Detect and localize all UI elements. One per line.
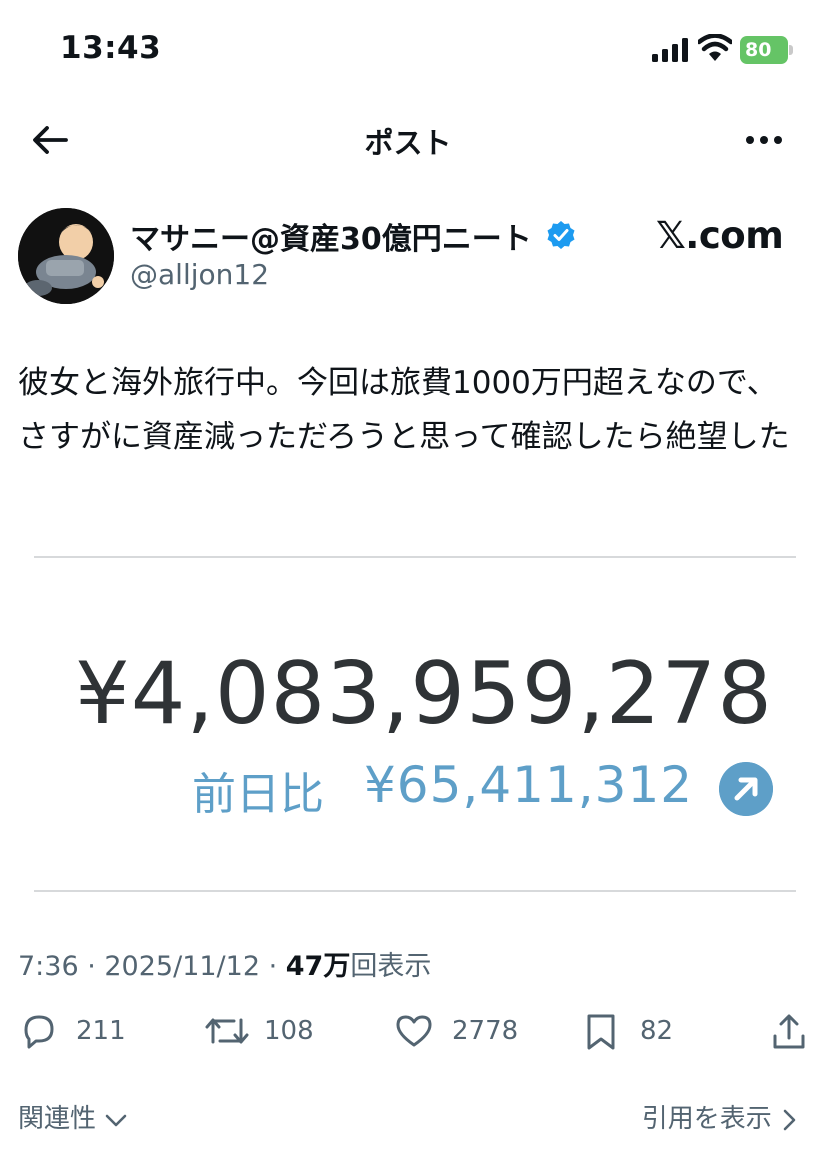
battery-tip: [789, 45, 793, 55]
repost-count: 108: [264, 1016, 314, 1046]
views-label: 回表示: [350, 951, 432, 982]
xcom-watermark: 𝕏.com: [656, 214, 784, 257]
repost-icon: [205, 1018, 249, 1044]
views-count: 47万: [285, 951, 351, 982]
post-text: 彼女と海外旅行中。今回は旅費1000万円超えなので、さすがに資産減っただろうと思…: [18, 365, 790, 455]
heart-icon: [396, 1015, 432, 1047]
status-bar: 13:43 80: [0, 0, 816, 100]
reply-count: 211: [76, 1016, 126, 1046]
nav-bar: ポスト: [0, 100, 816, 180]
page-title: ポスト: [364, 126, 452, 160]
reply-button[interactable]: 211: [20, 1004, 130, 1060]
media-divider: [34, 556, 796, 558]
bookmark-icon: [587, 1014, 615, 1050]
view-quotes-label: 引用を表示: [641, 1104, 772, 1134]
chevron-right-icon: [783, 1109, 796, 1130]
day-change-value: ¥65,411,312: [364, 756, 694, 814]
more-horizontal-icon[interactable]: [744, 122, 784, 158]
bookmark-button[interactable]: 82: [584, 1004, 684, 1060]
view-quotes-link[interactable]: 引用を表示: [642, 1098, 798, 1135]
sort-by-relevance-button[interactable]: 関連性: [18, 1098, 128, 1135]
media-divider: [34, 890, 796, 892]
status-time: 13:43: [60, 30, 162, 66]
verified-badge-icon: [547, 221, 575, 249]
footer-bar: 関連性 引用を表示: [0, 1090, 816, 1150]
bookmark-count: 82: [640, 1016, 674, 1046]
battery-icon: 80: [740, 36, 788, 64]
like-count: 2778: [452, 1016, 519, 1046]
author-handle[interactable]: @alljon12: [130, 258, 269, 291]
post-timestamp[interactable]: 7:36 · 2025/11/12 ·: [18, 951, 286, 982]
chevron-down-icon: [105, 1114, 127, 1126]
like-button[interactable]: 2778: [394, 1004, 524, 1060]
post-media-image[interactable]: ¥4,083,959,278 前日比 ¥65,411,312: [34, 556, 796, 892]
avatar-illustration: [18, 208, 114, 304]
signal-bars-icon: [652, 38, 688, 62]
share-button[interactable]: [770, 1004, 810, 1060]
post-meta: 7:36 · 2025/11/12 · 47万回表示: [18, 944, 431, 983]
reply-icon: [24, 1015, 54, 1049]
wifi-icon: [698, 34, 732, 61]
total-asset-amount: ¥4,083,959,278: [75, 644, 773, 744]
avatar[interactable]: [18, 208, 114, 304]
action-bar: 211 108 2778 82: [0, 1004, 816, 1064]
repost-button[interactable]: 108: [204, 1004, 324, 1060]
author-name[interactable]: マサニー@資産30億円ニート: [130, 214, 532, 258]
sort-label: 関連性: [18, 1104, 97, 1134]
share-icon: [773, 1014, 805, 1049]
arrow-up-right-icon: [719, 762, 773, 816]
day-change-label: 前日比: [192, 769, 324, 820]
